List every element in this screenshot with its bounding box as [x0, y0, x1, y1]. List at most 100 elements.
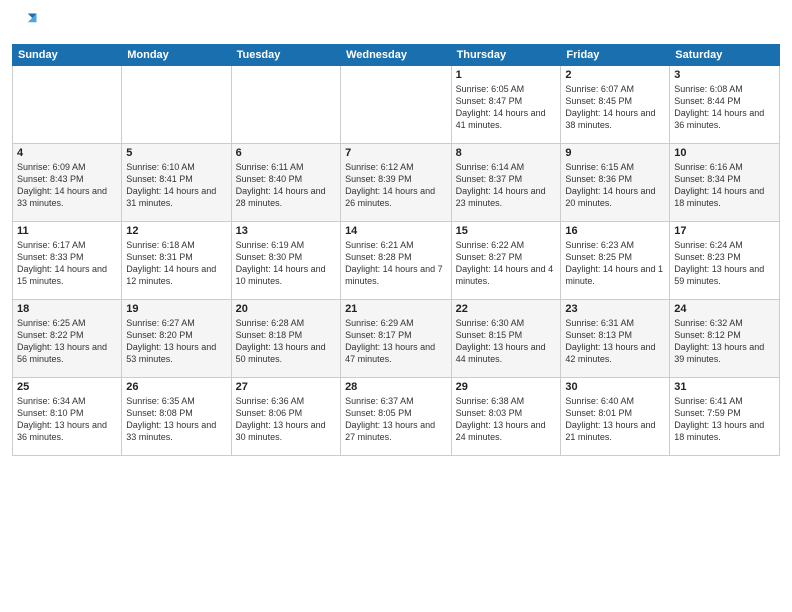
calendar-header-thursday: Thursday: [451, 45, 561, 66]
calendar-week-1: 1 Sunrise: 6:05 AM Sunset: 8:47 PM Daylig…: [13, 66, 780, 144]
day-info: Sunrise: 6:29 AM Sunset: 8:17 PM Dayligh…: [345, 317, 447, 366]
day-info: Sunrise: 6:05 AM Sunset: 8:47 PM Dayligh…: [456, 83, 557, 132]
calendar-cell: 30 Sunrise: 6:40 AM Sunset: 8:01 PM Dayli…: [561, 378, 670, 456]
day-number: 3: [674, 69, 775, 81]
day-number: 4: [17, 147, 117, 159]
calendar-cell: 12 Sunrise: 6:18 AM Sunset: 8:31 PM Dayli…: [122, 222, 231, 300]
day-info: Sunrise: 6:08 AM Sunset: 8:44 PM Dayligh…: [674, 83, 775, 132]
day-info: Sunrise: 6:31 AM Sunset: 8:13 PM Dayligh…: [565, 317, 665, 366]
day-number: 19: [126, 303, 226, 315]
day-info: Sunrise: 6:09 AM Sunset: 8:43 PM Dayligh…: [17, 161, 117, 210]
day-number: 11: [17, 225, 117, 237]
day-info: Sunrise: 6:36 AM Sunset: 8:06 PM Dayligh…: [236, 395, 336, 444]
day-number: 2: [565, 69, 665, 81]
day-info: Sunrise: 6:34 AM Sunset: 8:10 PM Dayligh…: [17, 395, 117, 444]
calendar-header-row: SundayMondayTuesdayWednesdayThursdayFrid…: [13, 45, 780, 66]
day-number: 25: [17, 381, 117, 393]
calendar-cell: 6 Sunrise: 6:11 AM Sunset: 8:40 PM Daylig…: [231, 144, 340, 222]
day-number: 16: [565, 225, 665, 237]
day-info: Sunrise: 6:27 AM Sunset: 8:20 PM Dayligh…: [126, 317, 226, 366]
calendar-cell: 28Sunrise: 6:37 AM Sunset: 8:05 PM Dayli…: [341, 378, 452, 456]
calendar-cell: 29 Sunrise: 6:38 AM Sunset: 8:03 PM Dayli…: [451, 378, 561, 456]
calendar: SundayMondayTuesdayWednesdayThursdayFrid…: [12, 44, 780, 456]
calendar-week-3: 11 Sunrise: 6:17 AM Sunset: 8:33 PM Dayli…: [13, 222, 780, 300]
calendar-cell: 9 Sunrise: 6:15 AM Sunset: 8:36 PM Daylig…: [561, 144, 670, 222]
day-number: 7: [345, 147, 447, 159]
day-number: 18: [17, 303, 117, 315]
day-number: 24: [674, 303, 775, 315]
calendar-cell: 5Sunrise: 6:10 AM Sunset: 8:41 PM Daylig…: [122, 144, 231, 222]
day-number: 22: [456, 303, 557, 315]
calendar-header-friday: Friday: [561, 45, 670, 66]
calendar-cell: 23Sunrise: 6:31 AM Sunset: 8:13 PM Dayli…: [561, 300, 670, 378]
day-number: 14: [345, 225, 447, 237]
day-number: 10: [674, 147, 775, 159]
calendar-cell: 16Sunrise: 6:23 AM Sunset: 8:25 PM Dayli…: [561, 222, 670, 300]
calendar-cell: 2 Sunrise: 6:07 AM Sunset: 8:45 PM Daylig…: [561, 66, 670, 144]
day-info: Sunrise: 6:19 AM Sunset: 8:30 PM Dayligh…: [236, 239, 336, 288]
calendar-header-wednesday: Wednesday: [341, 45, 452, 66]
calendar-week-5: 25 Sunrise: 6:34 AM Sunset: 8:10 PM Dayli…: [13, 378, 780, 456]
calendar-cell: 3 Sunrise: 6:08 AM Sunset: 8:44 PM Daylig…: [670, 66, 780, 144]
day-number: 27: [236, 381, 336, 393]
header: [12, 10, 780, 38]
day-info: Sunrise: 6:25 AM Sunset: 8:22 PM Dayligh…: [17, 317, 117, 366]
day-number: 15: [456, 225, 557, 237]
calendar-cell: 10Sunrise: 6:16 AM Sunset: 8:34 PM Dayli…: [670, 144, 780, 222]
day-number: 26: [126, 381, 226, 393]
day-number: 8: [456, 147, 557, 159]
day-number: 21: [345, 303, 447, 315]
calendar-cell: [13, 66, 122, 144]
calendar-cell: 21 Sunrise: 6:29 AM Sunset: 8:17 PM Dayli…: [341, 300, 452, 378]
day-info: Sunrise: 6:12 AM Sunset: 8:39 PM Dayligh…: [345, 161, 447, 210]
calendar-week-4: 18 Sunrise: 6:25 AM Sunset: 8:22 PM Dayli…: [13, 300, 780, 378]
calendar-cell: 1 Sunrise: 6:05 AM Sunset: 8:47 PM Daylig…: [451, 66, 561, 144]
day-info: Sunrise: 6:14 AM Sunset: 8:37 PM Dayligh…: [456, 161, 557, 210]
day-number: 17: [674, 225, 775, 237]
calendar-cell: 8 Sunrise: 6:14 AM Sunset: 8:37 PM Daylig…: [451, 144, 561, 222]
day-info: Sunrise: 6:18 AM Sunset: 8:31 PM Dayligh…: [126, 239, 226, 288]
day-number: 6: [236, 147, 336, 159]
calendar-cell: 18 Sunrise: 6:25 AM Sunset: 8:22 PM Dayli…: [13, 300, 122, 378]
calendar-cell: 27 Sunrise: 6:36 AM Sunset: 8:06 PM Dayli…: [231, 378, 340, 456]
day-number: 12: [126, 225, 226, 237]
day-number: 13: [236, 225, 336, 237]
calendar-cell: 4 Sunrise: 6:09 AM Sunset: 8:43 PM Daylig…: [13, 144, 122, 222]
day-number: 9: [565, 147, 665, 159]
calendar-cell: [231, 66, 340, 144]
day-number: 31: [674, 381, 775, 393]
day-info: Sunrise: 6:24 AM Sunset: 8:23 PM Dayligh…: [674, 239, 775, 288]
calendar-cell: [341, 66, 452, 144]
day-info: Sunrise: 6:21 AM Sunset: 8:28 PM Dayligh…: [345, 239, 447, 288]
logo-icon: [12, 10, 40, 38]
calendar-cell: 22 Sunrise: 6:30 AM Sunset: 8:15 PM Dayli…: [451, 300, 561, 378]
day-info: Sunrise: 6:38 AM Sunset: 8:03 PM Dayligh…: [456, 395, 557, 444]
day-number: 30: [565, 381, 665, 393]
day-info: Sunrise: 6:28 AM Sunset: 8:18 PM Dayligh…: [236, 317, 336, 366]
day-info: Sunrise: 6:40 AM Sunset: 8:01 PM Dayligh…: [565, 395, 665, 444]
day-info: Sunrise: 6:30 AM Sunset: 8:15 PM Dayligh…: [456, 317, 557, 366]
calendar-header-monday: Monday: [122, 45, 231, 66]
calendar-cell: [122, 66, 231, 144]
day-number: 1: [456, 69, 557, 81]
calendar-header-tuesday: Tuesday: [231, 45, 340, 66]
calendar-cell: 26Sunrise: 6:35 AM Sunset: 8:08 PM Dayli…: [122, 378, 231, 456]
day-info: Sunrise: 6:11 AM Sunset: 8:40 PM Dayligh…: [236, 161, 336, 210]
day-info: Sunrise: 6:15 AM Sunset: 8:36 PM Dayligh…: [565, 161, 665, 210]
day-info: Sunrise: 6:32 AM Sunset: 8:12 PM Dayligh…: [674, 317, 775, 366]
day-info: Sunrise: 6:07 AM Sunset: 8:45 PM Dayligh…: [565, 83, 665, 132]
calendar-week-2: 4 Sunrise: 6:09 AM Sunset: 8:43 PM Daylig…: [13, 144, 780, 222]
day-number: 5: [126, 147, 226, 159]
logo: [12, 10, 44, 38]
day-info: Sunrise: 6:22 AM Sunset: 8:27 PM Dayligh…: [456, 239, 557, 288]
day-info: Sunrise: 6:17 AM Sunset: 8:33 PM Dayligh…: [17, 239, 117, 288]
day-info: Sunrise: 6:41 AM Sunset: 7:59 PM Dayligh…: [674, 395, 775, 444]
day-info: Sunrise: 6:37 AM Sunset: 8:05 PM Dayligh…: [345, 395, 447, 444]
calendar-cell: 19 Sunrise: 6:27 AM Sunset: 8:20 PM Dayli…: [122, 300, 231, 378]
calendar-cell: 20Sunrise: 6:28 AM Sunset: 8:18 PM Dayli…: [231, 300, 340, 378]
page: SundayMondayTuesdayWednesdayThursdayFrid…: [0, 0, 792, 612]
calendar-cell: 11 Sunrise: 6:17 AM Sunset: 8:33 PM Dayli…: [13, 222, 122, 300]
calendar-header-saturday: Saturday: [670, 45, 780, 66]
calendar-cell: 13 Sunrise: 6:19 AM Sunset: 8:30 PM Dayli…: [231, 222, 340, 300]
day-number: 29: [456, 381, 557, 393]
